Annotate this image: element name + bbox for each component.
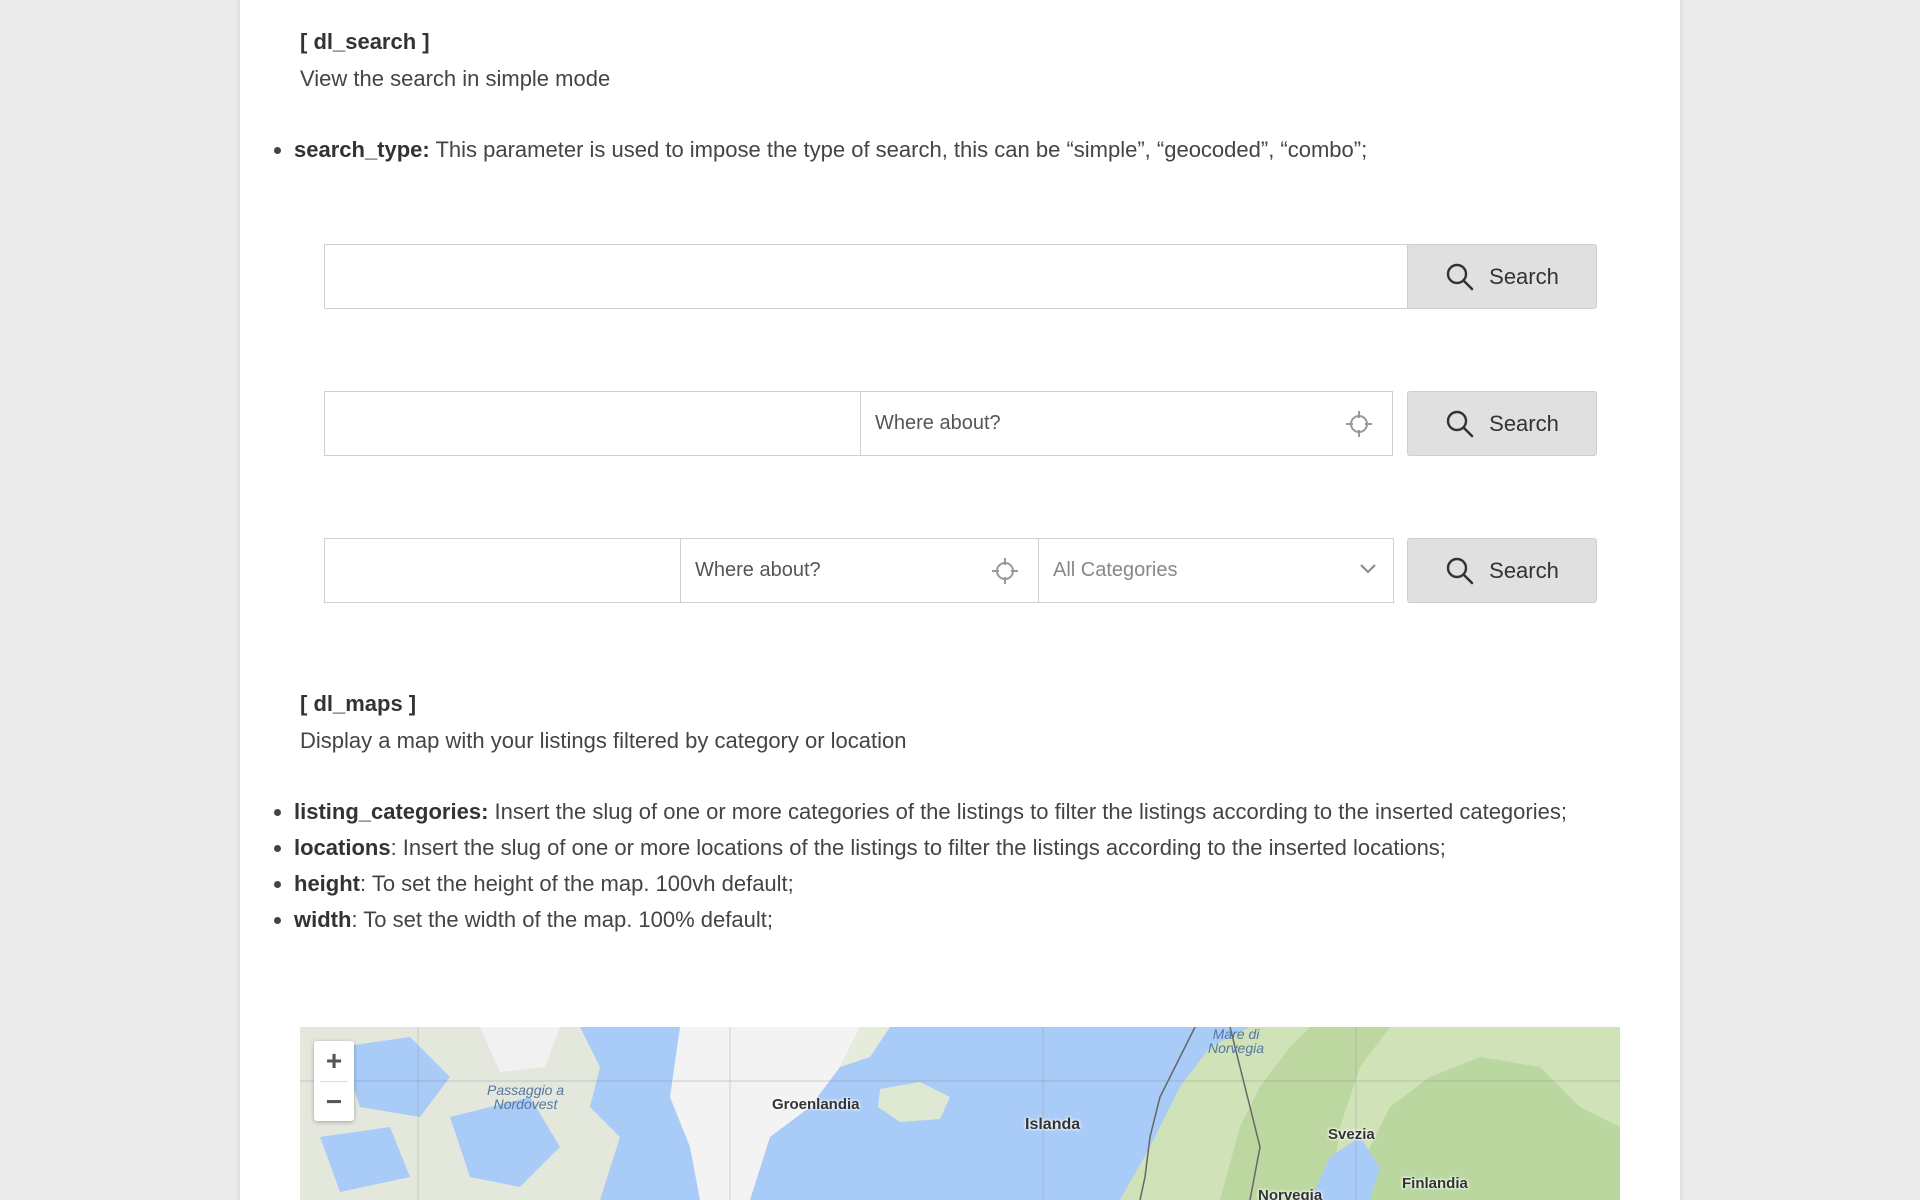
location-field[interactable] bbox=[681, 539, 1038, 602]
location-input[interactable] bbox=[860, 391, 1393, 456]
locate-me-icon[interactable] bbox=[1344, 409, 1374, 439]
param-name: height bbox=[294, 871, 360, 896]
zoom-in-button[interactable]: + bbox=[314, 1041, 354, 1081]
dl-maps-param-list: listing_categories: Insert the slug of o… bbox=[240, 794, 1624, 938]
param-search-type: search_type: This parameter is used to i… bbox=[294, 132, 1367, 168]
category-select[interactable]: All Categories bbox=[1038, 538, 1394, 603]
param-name: search_type: bbox=[294, 137, 430, 162]
listings-map[interactable]: Passaggio a Nordovest Groenlandia Island… bbox=[300, 1027, 1620, 1200]
search-keyword-input[interactable] bbox=[324, 538, 681, 603]
map-label-norvegia: Norvegia bbox=[1258, 1187, 1323, 1200]
param-width: width: To set the width of the map. 100%… bbox=[294, 902, 1624, 938]
param-name: listing_categories: bbox=[294, 799, 489, 824]
param-text: : To set the width of the map. 100% defa… bbox=[351, 907, 773, 932]
map-label-passaggio: Passaggio a Nordovest bbox=[487, 1082, 565, 1112]
search-keyword-input[interactable] bbox=[324, 244, 1408, 309]
map-label-finlandia: Finlandia bbox=[1402, 1175, 1468, 1192]
param-locations: locations: Insert the slug of one or mor… bbox=[294, 830, 1624, 866]
map-zoom-control: + − bbox=[314, 1041, 354, 1121]
search-button-label: Search bbox=[1489, 557, 1559, 583]
search-icon bbox=[1446, 557, 1474, 584]
locate-me-icon[interactable] bbox=[990, 556, 1020, 586]
location-input[interactable] bbox=[680, 538, 1039, 603]
search-keyword-field[interactable] bbox=[325, 539, 680, 602]
param-text: : To set the height of the map. 100vh de… bbox=[360, 871, 794, 896]
category-select-value: All Categories bbox=[1053, 559, 1178, 581]
search-icon bbox=[1446, 263, 1474, 290]
param-name: locations bbox=[294, 835, 391, 860]
map-label-svezia: Svezia bbox=[1328, 1126, 1375, 1143]
search-button-simple[interactable]: Search bbox=[1407, 244, 1597, 309]
chevron-down-icon bbox=[1360, 564, 1376, 574]
param-listing-categories: listing_categories: Insert the slug of o… bbox=[294, 794, 1624, 830]
search-keyword-field[interactable] bbox=[325, 245, 1407, 308]
map-label-mare-norvegia: Mare di Norvegia bbox=[1208, 1027, 1265, 1056]
param-height: height: To set the height of the map. 10… bbox=[294, 866, 1624, 902]
param-text: Insert the slug of one or more categorie… bbox=[488, 799, 1567, 824]
map-label-groenlandia: Groenlandia bbox=[772, 1096, 860, 1113]
location-field[interactable] bbox=[861, 392, 1392, 455]
param-text: This parameter is used to impose the typ… bbox=[429, 137, 1368, 162]
search-button-label: Search bbox=[1489, 410, 1559, 436]
dl-maps-description: Display a map with your listings filtere… bbox=[300, 728, 907, 753]
search-icon bbox=[1446, 410, 1474, 437]
param-name: width bbox=[294, 907, 352, 932]
dl-maps-title: [ dl_maps ] bbox=[300, 691, 417, 716]
search-button-combo[interactable]: Search bbox=[1407, 538, 1597, 603]
dl-search-title: [ dl_search ] bbox=[300, 29, 430, 54]
search-button-label: Search bbox=[1489, 263, 1559, 289]
dl-search-description: View the search in simple mode bbox=[300, 66, 611, 91]
zoom-out-button[interactable]: − bbox=[314, 1082, 354, 1122]
param-text: : Insert the slug of one or more locatio… bbox=[390, 835, 1446, 860]
dl-search-param-list: search_type: This parameter is used to i… bbox=[240, 132, 1367, 168]
map-label-islanda: Islanda bbox=[1025, 1116, 1081, 1133]
search-keyword-input[interactable] bbox=[324, 391, 861, 456]
search-keyword-field[interactable] bbox=[325, 392, 860, 455]
content-page: [ dl_search ] View the search in simple … bbox=[240, 0, 1680, 1200]
search-button-geocoded[interactable]: Search bbox=[1407, 391, 1597, 456]
